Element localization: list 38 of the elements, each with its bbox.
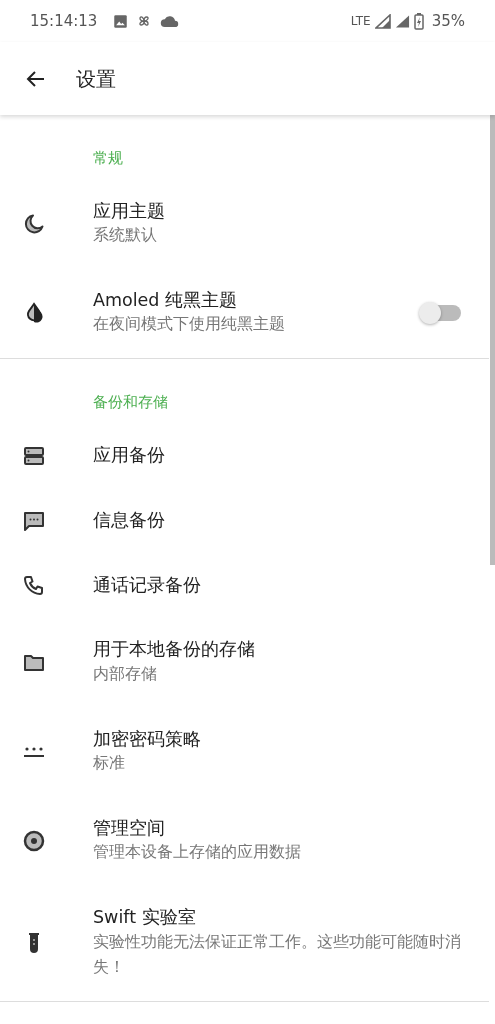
battery-icon [413, 12, 424, 30]
signal-icon [394, 13, 410, 29]
item-title: 用于本地备份的存储 [93, 638, 256, 662]
screen-title: 设置 [76, 65, 116, 93]
settings-item[interactable]: 应用主题 系统默认 [0, 179, 489, 269]
settings-item[interactable]: 加密密码策略 标准 [0, 707, 489, 797]
item-subtitle: 管理本设备上存储的应用数据 [93, 842, 302, 864]
item-title: 应用主题 [93, 199, 166, 223]
image-icon [113, 13, 129, 29]
item-subtitle: 实验性功能无法保证正常工作。这些功能可能随时消失！ [93, 931, 462, 979]
section-header: 常规 [93, 149, 123, 167]
disc-icon [22, 829, 46, 854]
signal-icon [374, 13, 391, 29]
settings-item[interactable]: 通话记录备份 [0, 553, 489, 619]
toggle-switch[interactable] [421, 305, 461, 322]
item-title: Amoled 纯黑主题 [93, 288, 239, 312]
settings-item[interactable]: Amoled 纯黑主题 在夜间模式下使用纯黑主题 [0, 268, 489, 358]
battery-level: 35% [431, 10, 465, 32]
item-subtitle: 系统默认 [93, 225, 158, 247]
cloud-icon [160, 13, 180, 29]
section-header: 备份和存储 [93, 392, 168, 411]
item-title: Swift 实验室 [93, 905, 197, 929]
item-title: 通话记录备份 [93, 574, 202, 598]
settings-item[interactable]: 管理空间 管理本设备上存储的应用数据 [0, 796, 489, 886]
item-subtitle: 内部存储 [93, 664, 158, 685]
settings-item[interactable]: 信息备份 [0, 488, 489, 554]
item-title: 信息备份 [93, 509, 166, 533]
item-title: 管理空间 [93, 816, 166, 840]
network-label: LTE [350, 13, 371, 30]
settings-item[interactable]: 应用备份 [0, 423, 489, 489]
settings-item[interactable]: 用于本地备份的存储 内部存储 [0, 618, 489, 708]
item-title: 加密密码策略 [93, 727, 202, 751]
status-time: 15:14:13 [30, 10, 98, 32]
phone-icon [22, 573, 46, 598]
settings-item[interactable]: Swift 实验室 实验性功能无法保证正常工作。这些功能可能随时消失！ [0, 885, 489, 1001]
item-subtitle: 在夜间模式下使用纯黑主题 [93, 314, 286, 336]
item-subtitle: 标准 [93, 753, 126, 775]
item-title: 应用备份 [93, 444, 166, 468]
